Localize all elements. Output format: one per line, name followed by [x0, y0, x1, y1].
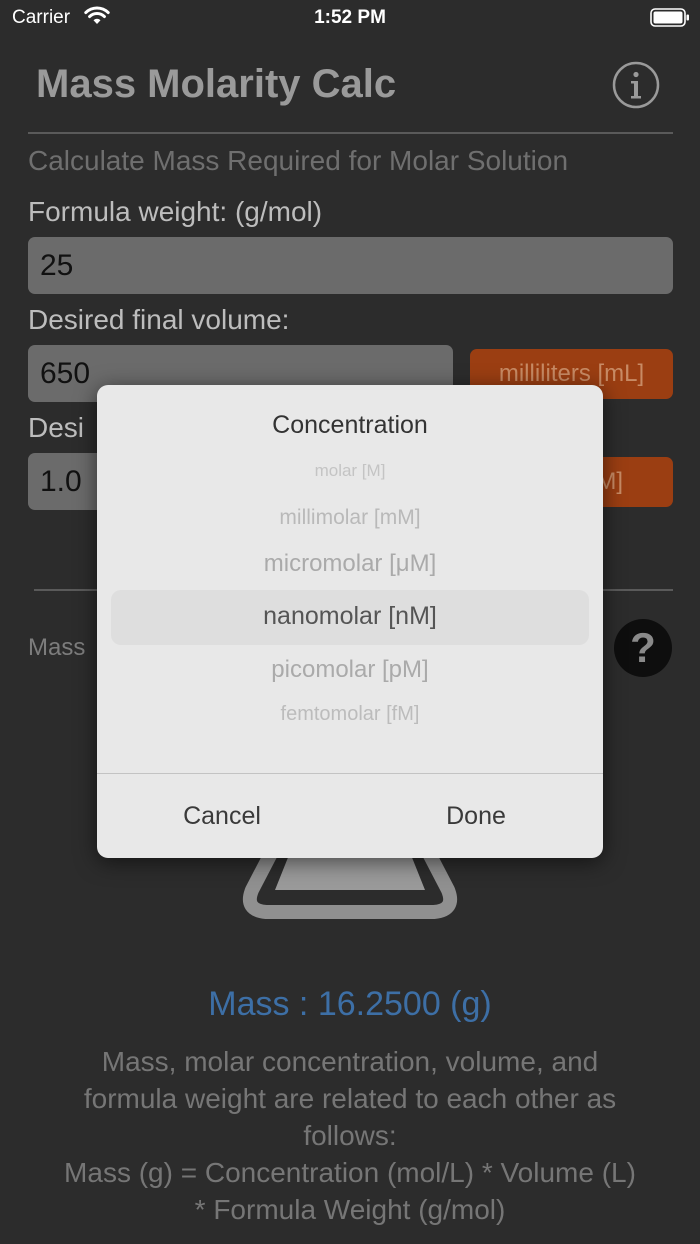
question-mark-icon[interactable]: ? [614, 619, 672, 677]
concentration-picker-wheel[interactable]: molar [M] millimolar [mM] micromolar [μM… [111, 460, 589, 745]
picker-title: Concentration [272, 411, 428, 439]
explanation-line: * Formula Weight (g/mol) [194, 1194, 506, 1225]
header-divider [28, 132, 673, 134]
picker-option[interactable]: molar [M] [111, 461, 589, 481]
clock: 1:52 PM [314, 7, 386, 28]
formula-weight-label: Formula weight: (g/mol) [28, 196, 323, 227]
info-icon[interactable] [612, 61, 660, 109]
explanation-line: Mass, molar concentration, volume, and [101, 1046, 599, 1077]
explanation-line: Mass (g) = Concentration (mol/L) * Volum… [64, 1157, 636, 1188]
dialog-divider [97, 773, 603, 774]
picker-option[interactable]: micromolar [μM] [111, 550, 589, 578]
mass-label: Mass [28, 634, 86, 661]
status-bar: Carrier 1:52 PM [0, 0, 700, 36]
concentration-picker-dialog: Concentration molar [M] millimolar [mM] … [97, 385, 603, 858]
explanation-line: formula weight are related to each other… [83, 1083, 617, 1114]
picker-option[interactable]: femtomolar [fM] [111, 703, 589, 726]
mass-result: Mass : 16.2500 (g) [208, 985, 492, 1023]
battery-icon [650, 8, 689, 27]
cancel-button[interactable]: Cancel [122, 802, 322, 831]
picker-option[interactable]: picomolar [pM] [111, 656, 589, 684]
done-button[interactable]: Done [376, 802, 576, 831]
concentration-label: Desi [28, 412, 85, 443]
formula-explanation: Mass, molar concentration, volume, and f… [20, 1043, 680, 1228]
picker-option-selected[interactable]: nanomolar [nM] [111, 602, 589, 631]
volume-label: Desired final volume: [28, 304, 290, 335]
page-title: Mass Molarity Calc [36, 62, 397, 106]
formula-weight-input[interactable]: 25 [28, 237, 673, 294]
explanation-line: follows: [303, 1120, 397, 1151]
picker-option[interactable]: millimolar [mM] [111, 506, 589, 530]
calculator-subtitle: Calculate Mass Required for Molar Soluti… [28, 145, 569, 176]
